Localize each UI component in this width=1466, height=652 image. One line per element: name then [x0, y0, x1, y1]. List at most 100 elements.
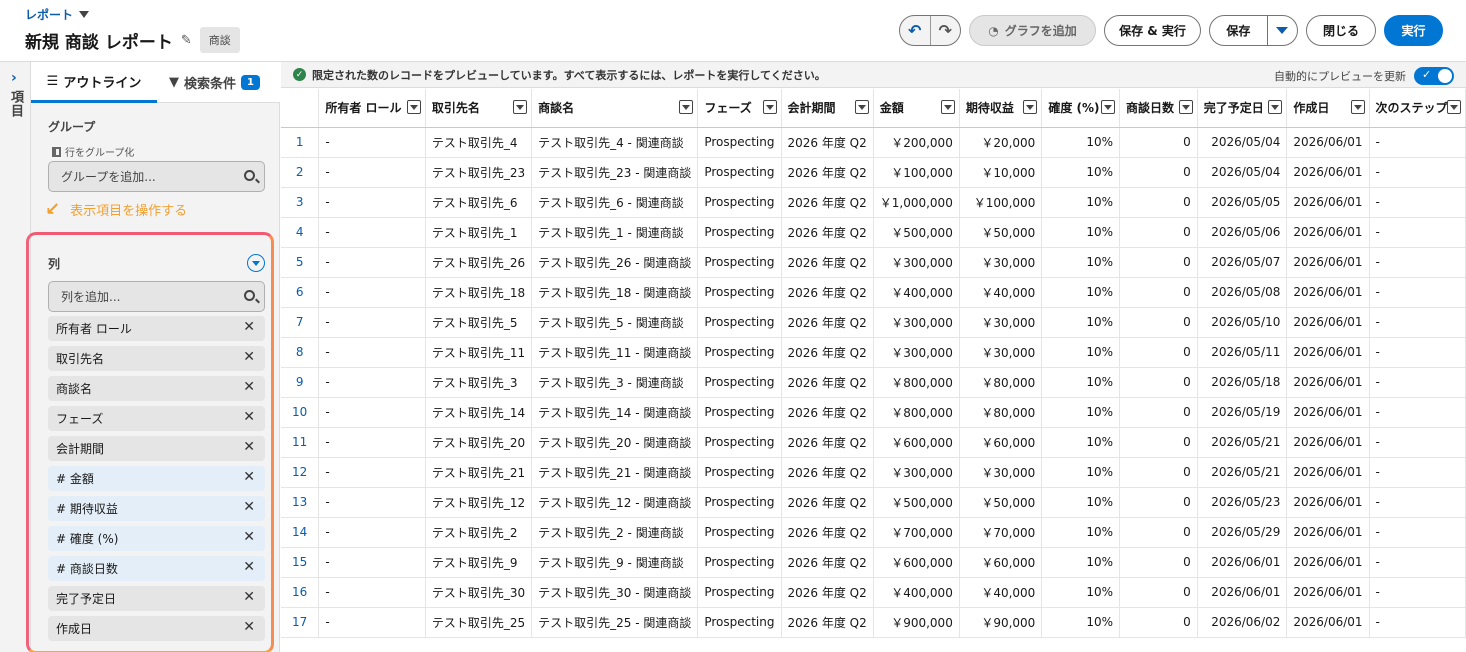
- save-button[interactable]: 保存: [1210, 22, 1267, 39]
- group-search-placeholder: グループを追加...: [61, 170, 156, 184]
- table-cell: 2026/06/01: [1286, 127, 1370, 158]
- table-row[interactable]: 3- テスト取引先_6 テスト取引先_6 - 関連商談 Prospecting 2026…: [281, 187, 1466, 218]
- column-header[interactable]: 商談日数: [1119, 89, 1198, 128]
- row-number: 15: [281, 547, 320, 578]
- column-chip[interactable]: # 金額 ✕: [48, 466, 265, 491]
- remove-column-icon[interactable]: ✕: [243, 529, 255, 545]
- column-menu-chevron-icon[interactable]: [762, 100, 777, 114]
- column-chip[interactable]: 商談名 ✕: [48, 376, 265, 401]
- table-cell: テスト取引先_14: [425, 397, 533, 428]
- remove-column-icon[interactable]: ✕: [243, 469, 255, 485]
- row-number: 7: [281, 307, 320, 338]
- table-cell: 2026 年度 Q2: [781, 157, 874, 188]
- add-chart-button[interactable]: ◔ グラフを追加: [969, 15, 1096, 46]
- table-row[interactable]: 17- テスト取引先_25 テスト取引先_25 - 関連商談 Prospecting 2…: [281, 607, 1466, 638]
- column-header[interactable]: 金額: [873, 89, 960, 128]
- table-row[interactable]: 13- テスト取引先_12 テスト取引先_12 - 関連商談 Prospecting 2…: [281, 487, 1466, 518]
- table-row[interactable]: 12- テスト取引先_21 テスト取引先_21 - 関連商談 Prospecting 2…: [281, 457, 1466, 488]
- redo-icon[interactable]: ↷: [929, 16, 961, 45]
- column-chip[interactable]: # 商談日数 ✕: [48, 556, 265, 581]
- auto-preview-toggle[interactable]: ✓: [1414, 67, 1454, 85]
- remove-column-icon[interactable]: ✕: [243, 379, 255, 395]
- column-chip[interactable]: 会計期間 ✕: [48, 436, 265, 461]
- auto-preview-control: 自動的にプレビューを更新 ✓: [1274, 67, 1454, 85]
- table-cell: 2026/05/10: [1197, 307, 1288, 338]
- tab-filters[interactable]: ▼ 検索条件 1: [169, 62, 260, 103]
- column-chip[interactable]: フェーズ ✕: [48, 406, 265, 431]
- column-menu-chevron-icon[interactable]: [1350, 100, 1365, 114]
- run-button[interactable]: 実行: [1384, 15, 1443, 46]
- column-header[interactable]: 会計期間: [781, 89, 874, 128]
- column-chip[interactable]: # 確度 (%) ✕: [48, 526, 265, 551]
- table-row[interactable]: 8- テスト取引先_11 テスト取引先_11 - 関連商談 Prospecting 20…: [281, 337, 1466, 368]
- save-and-run-button[interactable]: 保存 & 実行: [1104, 15, 1201, 46]
- table-cell: ￥600,000: [873, 427, 960, 458]
- table-row[interactable]: 7- テスト取引先_5 テスト取引先_5 - 関連商談 Prospecting 2026…: [281, 307, 1466, 338]
- table-row[interactable]: 11- テスト取引先_20 テスト取引先_20 - 関連商談 Prospecting 2…: [281, 427, 1466, 458]
- column-header[interactable]: 確度 (%): [1041, 89, 1121, 128]
- column-menu-chevron-icon[interactable]: [940, 100, 955, 114]
- column-header[interactable]: フェーズ: [697, 89, 782, 128]
- column-chip[interactable]: 取引先名 ✕: [48, 346, 265, 371]
- table-row[interactable]: 5- テスト取引先_26 テスト取引先_26 - 関連商談 Prospecting 20…: [281, 247, 1466, 278]
- table-row[interactable]: 9- テスト取引先_3 テスト取引先_3 - 関連商談 Prospecting 2026…: [281, 367, 1466, 398]
- annotation-text: 表示項目を操作する: [70, 204, 188, 219]
- fields-rail-label[interactable]: 項目: [6, 90, 25, 118]
- column-menu-chevron-icon[interactable]: [679, 100, 694, 114]
- remove-column-icon[interactable]: ✕: [243, 559, 255, 575]
- column-chip[interactable]: 所有者 ロール ✕: [48, 316, 265, 341]
- column-header[interactable]: 完了予定日: [1197, 89, 1288, 128]
- column-header[interactable]: 所有者 ロール: [318, 89, 426, 128]
- remove-column-icon[interactable]: ✕: [243, 319, 255, 335]
- column-chip[interactable]: 作成日 ✕: [48, 616, 265, 641]
- close-button[interactable]: 閉じる: [1306, 15, 1376, 46]
- table-row[interactable]: 1- テスト取引先_4 テスト取引先_4 - 関連商談 Prospecting 2026…: [281, 127, 1466, 158]
- table-row[interactable]: 16- テスト取引先_30 テスト取引先_30 - 関連商談 Prospecting 2…: [281, 577, 1466, 608]
- remove-column-icon[interactable]: ✕: [243, 439, 255, 455]
- column-header[interactable]: 取引先名: [425, 89, 533, 128]
- tab-outline[interactable]: ☰ アウトライン: [31, 62, 157, 103]
- remove-column-icon[interactable]: ✕: [243, 499, 255, 515]
- column-menu-chevron-icon[interactable]: [406, 100, 421, 114]
- table-row[interactable]: 15- テスト取引先_9 テスト取引先_9 - 関連商談 Prospecting 202…: [281, 547, 1466, 578]
- group-search-input[interactable]: グループを追加...: [48, 161, 265, 192]
- table-row[interactable]: 14- テスト取引先_2 テスト取引先_2 - 関連商談 Prospecting 202…: [281, 517, 1466, 548]
- column-menu-chevron-icon[interactable]: [1178, 100, 1193, 114]
- remove-column-icon[interactable]: ✕: [243, 349, 255, 365]
- column-chip-label: # 商談日数: [56, 562, 118, 576]
- column-menu-chevron-icon[interactable]: [1447, 100, 1461, 114]
- column-chip[interactable]: 完了予定日 ✕: [48, 586, 265, 611]
- table-row[interactable]: 2- テスト取引先_23 テスト取引先_23 - 関連商談 Prospecting 20…: [281, 157, 1466, 188]
- table-cell: -: [318, 277, 426, 308]
- table-cell: 2026 年度 Q2: [781, 397, 874, 428]
- table-row[interactable]: 10- テスト取引先_14 テスト取引先_14 - 関連商談 Prospecting 2…: [281, 397, 1466, 428]
- column-chip-label: 取引先名: [56, 352, 105, 366]
- table-cell: 2026/05/21: [1197, 427, 1288, 458]
- column-menu-chevron-icon[interactable]: [1101, 100, 1116, 114]
- undo-icon[interactable]: ↶: [900, 16, 930, 45]
- columns-menu-icon[interactable]: [247, 254, 265, 272]
- column-header[interactable]: 次のステップ: [1369, 89, 1466, 128]
- column-menu-chevron-icon[interactable]: [1023, 100, 1038, 114]
- column-menu-chevron-icon[interactable]: [1268, 100, 1283, 114]
- table-cell: 0: [1119, 157, 1198, 188]
- edit-title-pencil-icon[interactable]: ✎: [181, 33, 192, 48]
- column-header[interactable]: 期待収益: [959, 89, 1043, 128]
- column-header[interactable]: 作成日: [1286, 89, 1370, 128]
- breadcrumb[interactable]: レポート: [25, 6, 90, 23]
- column-header[interactable]: 商談名: [531, 89, 699, 128]
- expand-chevron-icon[interactable]: ›: [11, 70, 17, 86]
- column-search-input[interactable]: 列を追加...: [48, 281, 265, 312]
- remove-column-icon[interactable]: ✕: [243, 589, 255, 605]
- breadcrumb-label[interactable]: レポート: [25, 6, 73, 23]
- table-row[interactable]: 4- テスト取引先_1 テスト取引先_1 - 関連商談 Prospecting 2026…: [281, 217, 1466, 248]
- table-cell: テスト取引先_2: [425, 517, 533, 548]
- column-menu-chevron-icon[interactable]: [854, 100, 869, 114]
- table-row[interactable]: 6- テスト取引先_18 テスト取引先_18 - 関連商談 Prospecting 20…: [281, 277, 1466, 308]
- remove-column-icon[interactable]: ✕: [243, 619, 255, 635]
- column-chip[interactable]: # 期待収益 ✕: [48, 496, 265, 521]
- column-menu-chevron-icon[interactable]: [513, 100, 528, 114]
- save-options-button[interactable]: [1266, 16, 1297, 45]
- remove-column-icon[interactable]: ✕: [243, 409, 255, 425]
- breadcrumb-dropdown-icon[interactable]: [79, 11, 90, 18]
